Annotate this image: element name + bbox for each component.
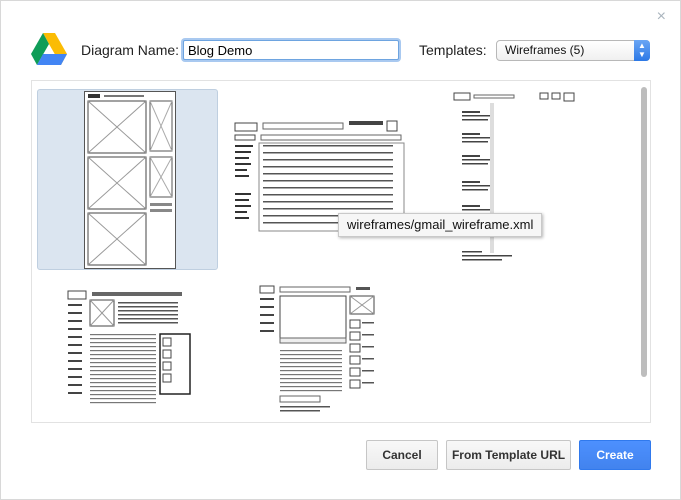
templates-select[interactable]: Wireframes (5) ▲ ▼ [496,40,650,61]
template-thumb-video[interactable] [258,284,378,422]
create-button[interactable]: Create [579,440,651,470]
template-thumb-article[interactable] [64,288,194,418]
cancel-button[interactable]: Cancel [366,440,438,470]
article-wireframe-preview [67,290,191,404]
template-thumb-blog[interactable] [37,89,218,270]
close-icon[interactable]: × [657,9,666,25]
updown-arrows-icon: ▲ ▼ [634,40,650,61]
template-list[interactable] [31,80,651,423]
scrollbar-thumb[interactable] [641,87,647,377]
scrollbar[interactable] [638,81,650,422]
google-drive-logo [31,33,67,65]
video-wireframe-preview [259,285,375,412]
template-tooltip: wireframes/gmail_wireframe.xml [338,213,543,237]
new-diagram-dialog: × Diagram Name: Templates: Wireframes (5… [0,0,681,500]
templates-select-value: Wireframes (5) [505,43,585,57]
from-template-url-button[interactable]: From Template URL [446,440,571,470]
templates-label: Templates: [419,42,487,58]
template-thumb-feed[interactable] [450,89,580,269]
diagram-name-input[interactable] [183,40,399,60]
feed-wireframe-preview [453,92,575,261]
blog-wireframe-preview [84,91,176,269]
diagram-name-label: Diagram Name: [81,42,180,58]
